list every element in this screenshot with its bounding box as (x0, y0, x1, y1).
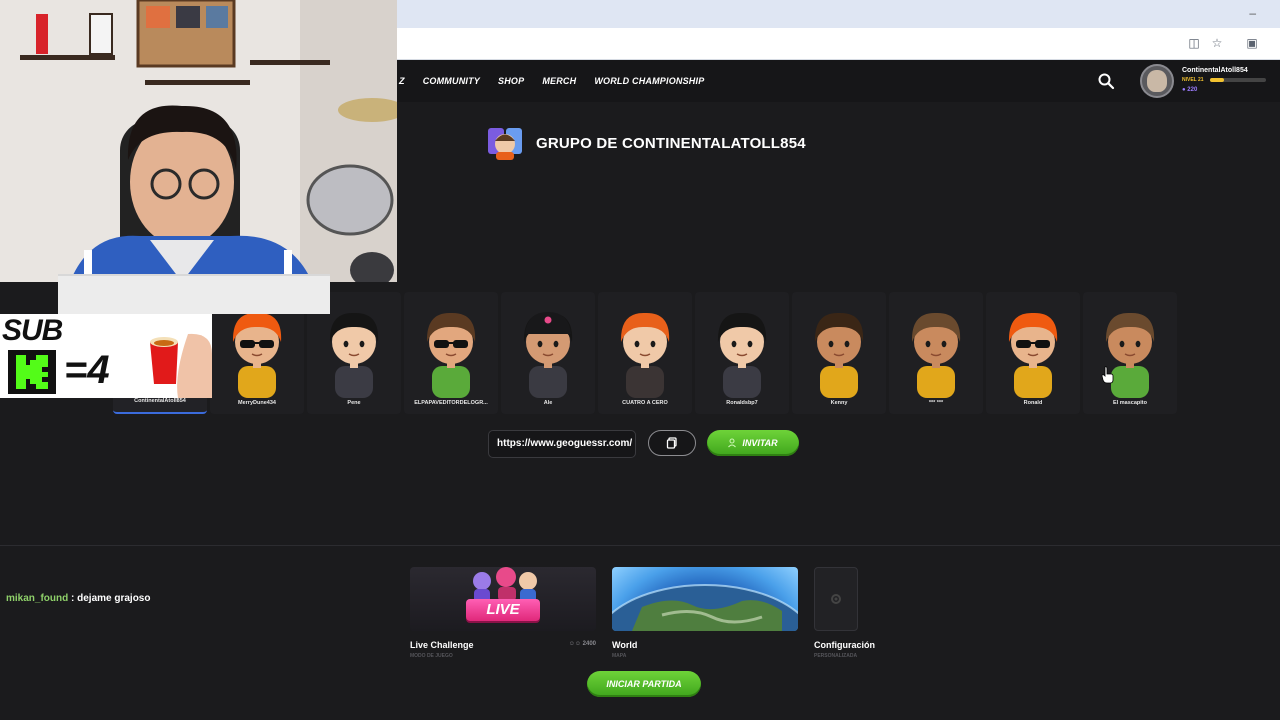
level-progress-fill (1210, 78, 1224, 82)
avatar-illustration (232, 312, 282, 398)
mode-sub: MAPA (612, 653, 627, 659)
hand-cursor-icon (1101, 366, 1114, 384)
search-icon[interactable] (1097, 72, 1115, 90)
avatar-illustration (620, 312, 670, 398)
level-progress-bar (1210, 78, 1266, 82)
screen: – ◫ ☆ ▣ Z COMMUNITY SHOP MERCH WORLD CHA… (0, 0, 1280, 720)
cup-hand-icon (150, 333, 212, 398)
member-card[interactable]: Ronaldsbp7 (695, 292, 789, 414)
globe-icon (612, 584, 798, 631)
webcam-overlay (0, 0, 397, 282)
nav-item-partial[interactable]: Z (399, 76, 405, 86)
kick-logo-icon (8, 350, 56, 394)
site-header: Z COMMUNITY SHOP MERCH WORLD CHAMPIONSHI… (397, 60, 1280, 102)
avatar-illustration (717, 312, 767, 398)
user-coins: ● 220 (1182, 87, 1198, 93)
section-divider (0, 545, 1280, 546)
copy-icon (666, 437, 677, 449)
webcam-feed (0, 0, 397, 282)
sub-goal-overlay: SUB =4 (0, 314, 212, 398)
member-name: Ronald (1023, 400, 1043, 406)
browser-tab-strip: – (397, 0, 1280, 28)
avatar-illustration (814, 312, 864, 398)
member-card[interactable]: *** *** (889, 292, 983, 414)
chat-message: mikan_found : dejame grajoso (6, 593, 150, 604)
browser-toolbar: ◫ ☆ ▣ (397, 28, 1280, 60)
bookmark-star-icon[interactable]: ☆ (1210, 36, 1224, 50)
user-name[interactable]: ContinentalAtoll854 (1182, 67, 1248, 74)
sub-goal-equation: =4 (64, 348, 110, 392)
start-game-button[interactable]: INICIAR PARTIDA (587, 671, 701, 697)
add-user-icon (728, 438, 737, 448)
member-name: Ronaldsbp7 (726, 400, 758, 406)
group-title: GRUPO DE CONTINENTALATOLL854 (536, 135, 806, 152)
group-icon (488, 128, 522, 160)
install-app-icon[interactable]: ◫ (1187, 36, 1201, 50)
member-name: Kenny (830, 400, 848, 406)
live-challenge-thumbnail: LIVE (410, 567, 596, 631)
member-card[interactable]: Ale (501, 292, 595, 414)
gear-icon (831, 594, 841, 604)
mode-sub: MODO DE JUEGO (410, 653, 453, 659)
member-name: MerryDune434 (238, 400, 276, 406)
member-name: CUATRO A CERO (622, 400, 668, 406)
nav-item-world-championship[interactable]: WORLD CHAMPIONSHIP (594, 76, 704, 86)
overlay-blank-banner (58, 274, 330, 314)
sub-label: SUB (2, 314, 63, 347)
member-name: *** *** (928, 400, 944, 406)
mode-label: Configuración (814, 640, 875, 650)
avatar-illustration (911, 312, 961, 398)
avatar-illustration (523, 312, 573, 398)
mode-label: Live Challenge (410, 640, 474, 650)
avatar-illustration (329, 312, 379, 398)
settings-thumbnail (814, 567, 858, 631)
chat-text: : dejame grajoso (68, 593, 151, 604)
member-name: Pene (347, 400, 361, 406)
nav-item-merch[interactable]: MERCH (542, 76, 576, 86)
invite-button[interactable]: INVITAR (707, 430, 799, 456)
mode-label: World (612, 640, 638, 650)
player-count: ☺☺ 2400 (568, 641, 596, 647)
player-count-value: 2400 (582, 641, 596, 647)
invite-link-field[interactable]: https://www.geoguessr.com/ (488, 430, 636, 458)
member-card[interactable]: Kenny (792, 292, 886, 414)
member-card[interactable]: El mascapito (1083, 292, 1177, 414)
extensions-icon[interactable]: ▣ (1245, 36, 1259, 50)
member-name: El mascapito (1113, 400, 1147, 406)
world-thumbnail (612, 567, 798, 631)
copy-link-button[interactable] (648, 430, 696, 456)
member-card[interactable]: CUATRO A CERO (598, 292, 692, 414)
avatar-illustration (1008, 312, 1058, 398)
mode-live-challenge[interactable]: LIVE Live Challenge MODO DE JUEGO ☺☺ 240… (410, 567, 596, 659)
main-nav: Z COMMUNITY SHOP MERCH WORLD CHAMPIONSHI… (397, 60, 704, 102)
user-avatar[interactable] (1140, 64, 1174, 98)
member-card[interactable]: ELPAPAVEDITORDELOGR... (404, 292, 498, 414)
mode-custom-settings[interactable]: Configuración PERSONALIZADA (814, 567, 875, 659)
mode-world[interactable]: World MAPA (612, 567, 798, 659)
mode-sub: PERSONALIZADA (814, 653, 858, 659)
avatar-illustration (1105, 312, 1155, 398)
invite-button-label: INVITAR (742, 438, 778, 448)
nav-item-shop[interactable]: SHOP (498, 76, 524, 86)
nav-item-community[interactable]: COMMUNITY (423, 76, 480, 86)
member-name: ContinentalAtoll854 (134, 398, 186, 404)
member-name: ELPAPAVEDITORDELOGR... (414, 400, 488, 406)
avatar-face-icon (1147, 70, 1167, 92)
minimize-icon[interactable]: – (1249, 6, 1256, 20)
coin-count: 220 (1187, 87, 1198, 93)
user-level: NIVEL 21 (1182, 77, 1204, 83)
avatar-illustration (426, 312, 476, 398)
member-name: Ale (543, 400, 553, 406)
member-card[interactable]: Ronald (986, 292, 1080, 414)
chat-username: mikan_found (6, 593, 69, 604)
live-badge: LIVE (466, 599, 540, 621)
